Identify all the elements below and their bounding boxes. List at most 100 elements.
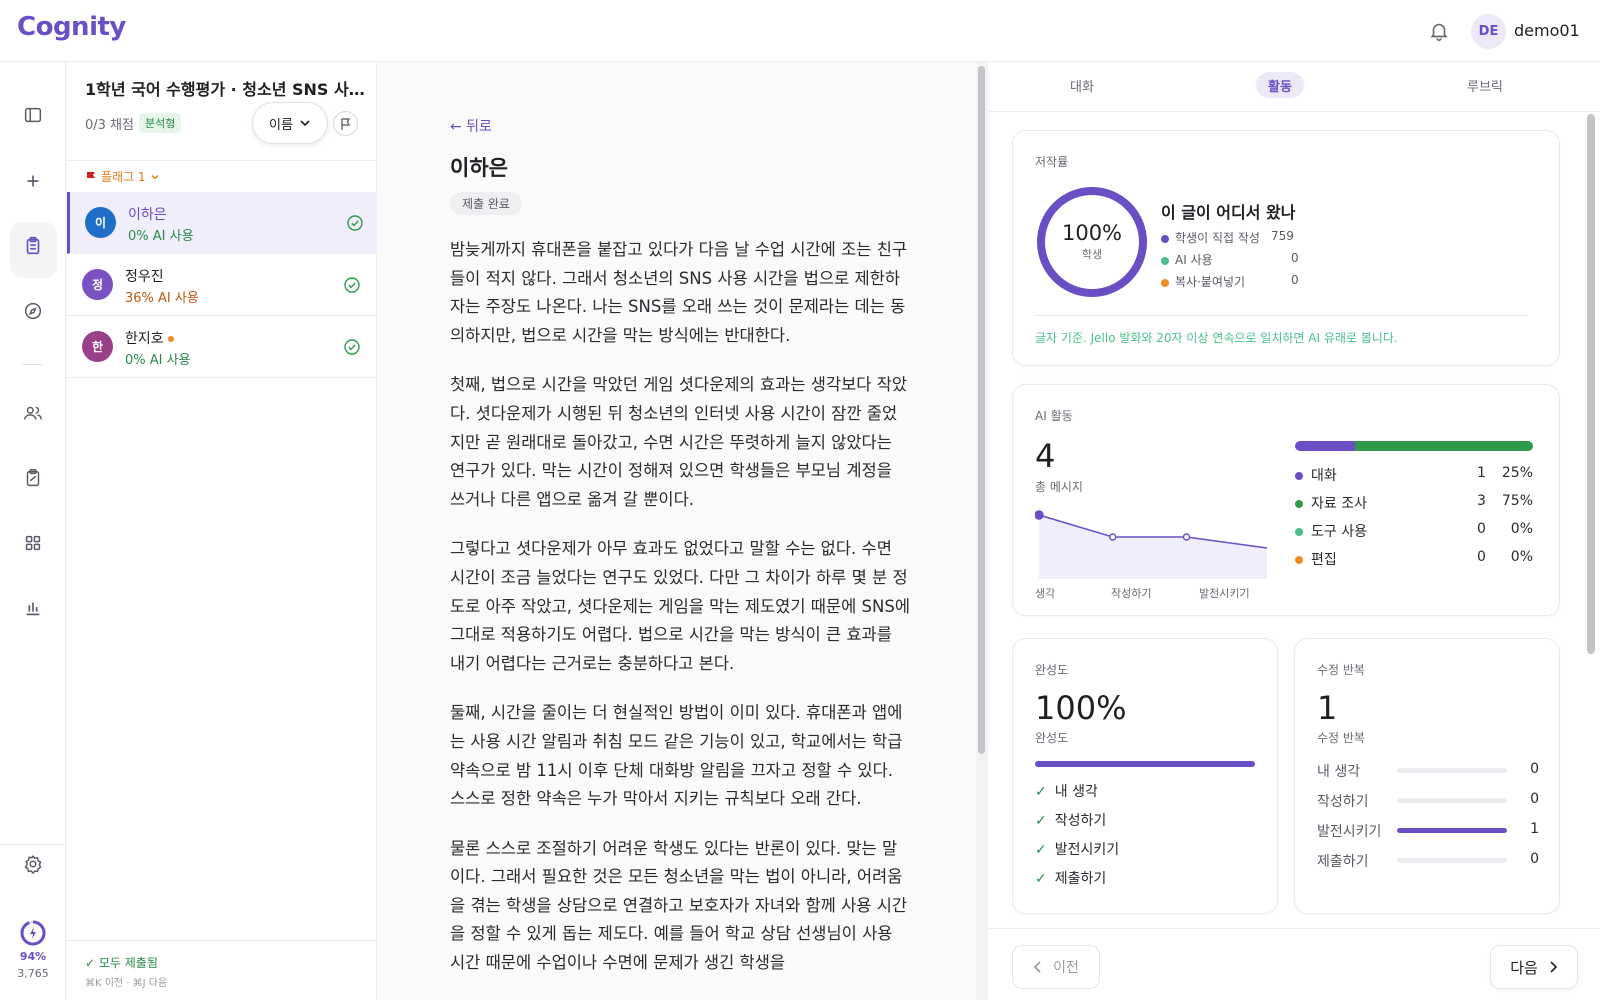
sidebar-toggle-icon[interactable] [22, 104, 44, 126]
submission-status-badge: 제출 완료 [450, 192, 522, 215]
student-row[interactable]: 한 한지호 0% AI 사용 [67, 316, 377, 378]
sparkline-point [1109, 533, 1117, 541]
essay-paragraph: 둘째, 시간을 줄이는 더 현실적인 방법이 이미 있다. 휴대폰과 앱에는 사… [450, 703, 903, 809]
essay-view: ← 뒤로 이하은 제출 완료 밤늦게까지 휴대폰을 붙잡고 있다가 다음 날 수… [378, 62, 976, 1000]
bell-icon[interactable] [1428, 20, 1450, 42]
completion-step: ✓ 작성하기 [1035, 810, 1106, 830]
clipboard-icon[interactable] [22, 235, 44, 257]
activity-label: 편집 [1311, 552, 1337, 568]
activity-label: 자료 조사 [1311, 496, 1367, 512]
activity-bar-segment [1295, 441, 1355, 451]
student-list-panel: 1학년 국어 수행평가 · 청소년 SNS 사용 시... 0/3 채점 분석형… [67, 62, 377, 1000]
legend-dot [1161, 234, 1169, 243]
activity-percent: 75% [1501, 493, 1533, 509]
flag-group-label: 플래그 1 [101, 170, 146, 184]
student-avatar: 이 [85, 207, 116, 238]
activity-stacked-bar [1295, 441, 1533, 451]
completion-progress-bar [1035, 761, 1255, 767]
completion-step: ✓ 제출하기 [1035, 868, 1106, 888]
revision-count: 0 [1530, 791, 1539, 807]
revisions-value: 1 [1317, 689, 1338, 727]
revision-label: 작성하기 [1317, 794, 1369, 810]
card-divider [1035, 315, 1527, 316]
total-messages-label: 총 메시지 [1035, 480, 1083, 494]
revision-count: 1 [1530, 821, 1539, 837]
source-value: 0 [1291, 251, 1299, 265]
student-row[interactable]: 이 이하은 0% AI 사용 [67, 192, 377, 254]
user-avatar[interactable]: DE [1471, 14, 1506, 49]
users-icon[interactable] [22, 402, 44, 424]
essay-paragraph: 밤늦게까지 휴대폰을 붙잡고 있다가 다음 날 수업 시간에 조는 친구들이 적… [450, 240, 908, 345]
essay-student-name: 이하은 [450, 156, 508, 180]
tab-activity[interactable]: 활동 [1256, 72, 1304, 98]
step-label: 작성하기 [1054, 813, 1107, 829]
usage-gauge-icon[interactable] [20, 920, 46, 946]
prev-button[interactable]: 이전 [1012, 945, 1100, 989]
sort-dropdown[interactable]: 이름 [252, 102, 328, 144]
tab-rubric[interactable]: 루브릭 [1455, 72, 1515, 98]
chevron-right-icon [1550, 961, 1557, 973]
total-messages: 4 [1035, 437, 1056, 475]
flag-icon [340, 117, 350, 130]
student-ai-usage: 0% AI 사용 [128, 229, 194, 244]
settings-gear-icon[interactable] [22, 853, 44, 875]
completion-card: 완성도 100% 완성도 ✓ 내 생각 ✓ 작성하기 ✓ 발전시키기 ✓ 제출하기 [1012, 638, 1278, 914]
student-row[interactable]: 정 정우진 36% AI 사용 [67, 254, 377, 316]
source-value: 759 [1271, 229, 1294, 243]
assignment-icon[interactable] [22, 467, 44, 489]
activity-row: 대화 1 25% [1295, 465, 1533, 485]
check-icon: ✓ [1035, 813, 1047, 829]
back-link[interactable]: ← 뒤로 [450, 116, 492, 136]
essay-scrollbar-thumb[interactable] [978, 66, 985, 754]
essay-paragraph: 물론 스스로 조절하기 어려운 학생도 있다는 반론이 있다. 맞는 말이다. … [450, 838, 908, 973]
step-label: 내 생각 [1054, 784, 1098, 800]
revision-bar [1397, 858, 1507, 863]
username[interactable]: demo01 [1514, 21, 1580, 40]
panel-footer: 이전 다음 [988, 928, 1600, 1000]
bar-chart-icon[interactable] [22, 597, 44, 619]
revision-row: 제출하기 0 [1317, 851, 1539, 871]
revision-bar [1397, 798, 1507, 803]
assignment-title: 1학년 국어 수행평가 · 청소년 SNS 사용 시... [85, 80, 365, 99]
activity-sparkline [1035, 510, 1268, 579]
panel-scrollbar[interactable] [1587, 114, 1595, 654]
activity-label: 대화 [1311, 468, 1337, 484]
insight-panel: 대화 활동 루브릭 저작률 100% 학생 이 글이 어디서 왔나 학생이 직접… [988, 62, 1600, 1000]
student-avatar: 한 [82, 331, 113, 362]
legend-dot [1161, 278, 1169, 287]
activity-count: 0 [1477, 549, 1486, 565]
flag-group-toggle[interactable]: 플래그 1 [85, 168, 160, 185]
sparkline-point [1035, 510, 1044, 520]
activity-count: 3 [1477, 493, 1486, 509]
source-row: AI 사용 0 [1161, 251, 1299, 268]
all-submitted-status: ✓ 모두 제출됨 [85, 956, 158, 970]
next-button[interactable]: 다음 [1490, 945, 1578, 989]
step-label: 발전시키기 [1054, 842, 1120, 858]
unread-dot [167, 336, 174, 342]
compass-icon[interactable] [22, 300, 44, 322]
essay-paragraph: 그렇다고 셧다운제가 아무 효과도 없었다고 말할 수는 없다. 수면 시간이 … [450, 539, 910, 673]
sparkline-label: 작성하기 [1111, 587, 1152, 600]
graded-count: 0/3 채점 [85, 118, 134, 133]
revision-row: 작성하기 0 [1317, 791, 1539, 811]
sparkline-label: 발전시키기 [1199, 587, 1250, 600]
grid-icon[interactable] [22, 532, 44, 554]
plus-icon[interactable] [22, 170, 44, 192]
chevron-down-icon [151, 174, 159, 179]
activity-row: 도구 사용 0 0% [1295, 521, 1533, 541]
revision-count: 0 [1530, 761, 1539, 777]
student-avatar: 정 [82, 269, 113, 300]
ai-activity-card: AI 활동 4 총 메시지 생각 작성하기 발전시키기 대화 1 25% 자료 조사… [1012, 384, 1560, 616]
tab-chat[interactable]: 대화 [1058, 72, 1106, 98]
app-logo[interactable]: Cognity [17, 12, 126, 42]
panel-tabs: 대화 활동 루브릭 [988, 62, 1600, 112]
check-icon: ✓ [1035, 871, 1047, 887]
check-circle-icon [344, 339, 360, 355]
flag-filter-button[interactable] [333, 111, 358, 136]
revisions-card: 수정 반복 1 수정 반복 내 생각 0 작성하기 0 발전시키기 1 제출하기 0 [1294, 638, 1560, 914]
student-name: 한지호 [125, 328, 174, 348]
authorship-percent: 100% [1061, 221, 1123, 245]
list-footer-divider [67, 940, 377, 941]
usage-count: 3,765 [17, 967, 49, 980]
revision-label: 내 생각 [1317, 764, 1361, 780]
